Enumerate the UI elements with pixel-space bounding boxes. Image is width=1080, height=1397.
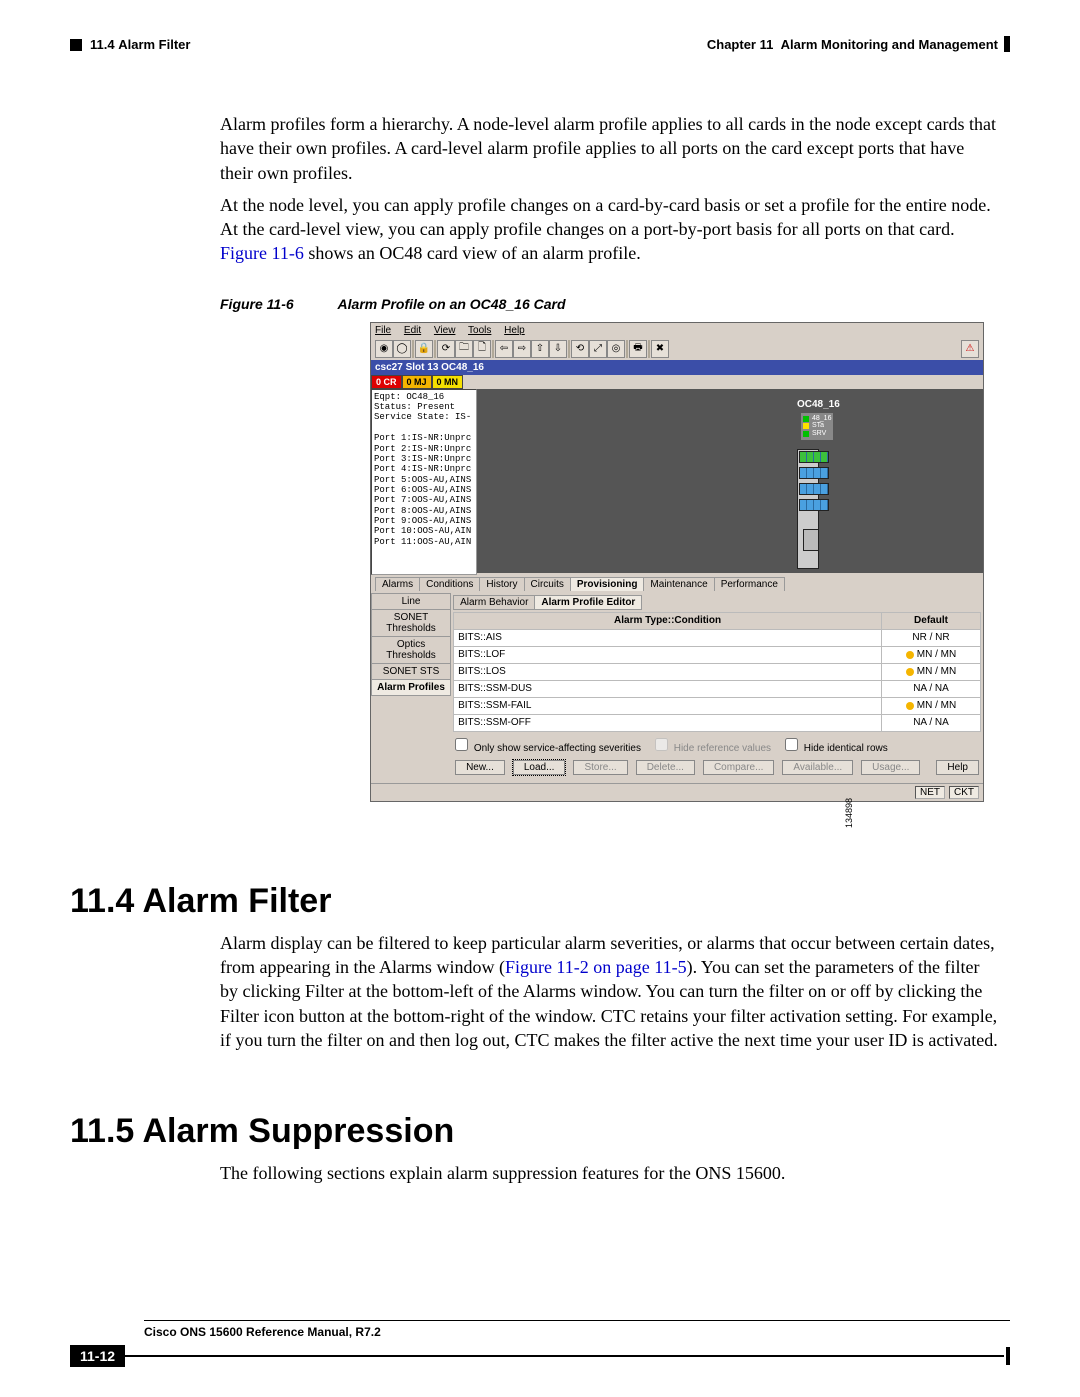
new-button[interactable]: New...	[455, 760, 505, 775]
toolbar: ◉ ◯ 🔒 ⟳ 🗀 🗋 ⇦ ⇨ ⇧ ⇩ ⟲ ⤢ ◎ 🖶 ✖ ⚠	[371, 338, 983, 360]
tb-btn-6[interactable]: 🗋	[473, 340, 491, 358]
checkbox-row: Only show service-affecting severities H…	[453, 732, 981, 756]
statusbar: NET CKT	[371, 783, 983, 801]
table-row[interactable]: BITS::SSM-FAILMN / MN	[454, 697, 981, 714]
tb-btn-14[interactable]: 🖶	[629, 340, 647, 358]
footer-rule	[125, 1355, 1004, 1357]
side-tabs: LineSONET ThresholdsOptics ThresholdsSON…	[371, 593, 451, 783]
status-pane: Eqpt: OC48_16 Status: Present Service St…	[371, 389, 477, 575]
menu-help[interactable]: Help	[504, 325, 525, 336]
tb-btn-2[interactable]: ◯	[393, 340, 411, 358]
tab-circuits[interactable]: Circuits	[524, 577, 571, 591]
side-tab-alarm-profiles[interactable]: Alarm Profiles	[371, 679, 451, 696]
count-mj: 0 MJ	[402, 375, 432, 389]
figure-label: Figure 11-6	[220, 296, 294, 312]
tab-provisioning[interactable]: Provisioning	[570, 577, 645, 591]
chk-only-sa[interactable]: Only show service-affecting severities	[455, 738, 641, 754]
menu-view[interactable]: View	[434, 325, 456, 336]
header-square	[70, 39, 82, 51]
arrow-left-icon[interactable]: ⇦	[495, 340, 513, 358]
side-tab-sonet-sts[interactable]: SONET STS	[371, 663, 451, 680]
section-11-4-body: Alarm display can be filtered to keep pa…	[220, 931, 1000, 1052]
tb-btn-5[interactable]: 🗀	[455, 340, 473, 358]
tb-btn-1[interactable]: ◉	[375, 340, 393, 358]
section-11-5-body: The following sections explain alarm sup…	[220, 1161, 1000, 1185]
menu-edit[interactable]: Edit	[404, 325, 421, 336]
alarm-counts: 0 CR 0 MJ 0 MN	[371, 375, 983, 389]
port-grey-icon[interactable]	[803, 529, 819, 551]
side-tab-line[interactable]: Line	[371, 593, 451, 610]
table-row[interactable]: BITS::LOSMN / MN	[454, 663, 981, 680]
tb-btn-13[interactable]: ◎	[607, 340, 625, 358]
heading-11-4: 11.4 Alarm Filter	[70, 882, 1010, 921]
table-row[interactable]: BITS::LOFMN / MN	[454, 646, 981, 663]
side-tab-sonet-thresholds[interactable]: SONET Thresholds	[371, 609, 451, 637]
main-tabs: AlarmsConditionsHistoryCircuitsProvision…	[371, 575, 983, 593]
paragraph-1: Alarm profiles form a hierarchy. A node-…	[220, 112, 1000, 185]
side-tab-optics-thresholds[interactable]: Optics Thresholds	[371, 636, 451, 664]
table-row[interactable]: BITS::SSM-DUSNA / NA	[454, 680, 981, 697]
window-title: csc27 Slot 13 OC48_16	[371, 360, 983, 375]
status-net: NET	[915, 786, 945, 799]
alert-icon[interactable]: ⚠	[961, 340, 979, 358]
sub-tab-alarm-profile-editor[interactable]: Alarm Profile Editor	[534, 595, 642, 610]
alarm-grid: Alarm Type::Condition Default BITS::AISN…	[453, 612, 981, 732]
port-3-icon[interactable]	[799, 483, 829, 495]
port-4-icon[interactable]	[799, 499, 829, 511]
card-graphic-pane: OC48_16 48_16STaSRV	[477, 389, 983, 573]
footer-page-number: 11-12	[70, 1345, 125, 1367]
card-label: OC48_16	[797, 399, 840, 410]
table-row[interactable]: BITS::AISNR / NR	[454, 629, 981, 646]
port-1-icon[interactable]	[799, 451, 829, 463]
header-bar-icon	[1004, 36, 1010, 52]
menubar[interactable]: File Edit View Tools Help	[371, 323, 983, 338]
table-row[interactable]: BITS::SSM-OFFNA / NA	[454, 714, 981, 731]
count-cr: 0 CR	[371, 375, 402, 389]
tab-history[interactable]: History	[479, 577, 524, 591]
arrow-up-icon[interactable]: ⇧	[531, 340, 549, 358]
header-chapter: Chapter 11 Alarm Monitoring and Manageme…	[707, 37, 998, 52]
lock-icon[interactable]: 🔒	[415, 340, 433, 358]
tab-conditions[interactable]: Conditions	[419, 577, 480, 591]
status-ckt: CKT	[949, 786, 979, 799]
header-section-ref: 11.4 Alarm Filter	[90, 37, 190, 52]
menu-tools[interactable]: Tools	[468, 325, 491, 336]
compare-button[interactable]: Compare...	[703, 760, 774, 775]
link-figure-11-6[interactable]: Figure 11-6	[220, 243, 304, 263]
tb-btn-12[interactable]: ⤢	[589, 340, 607, 358]
sub-tab-alarm-behavior[interactable]: Alarm Behavior	[453, 595, 535, 610]
heading-11-5: 11.5 Alarm Suppression	[70, 1112, 1010, 1151]
arrow-right-icon[interactable]: ⇨	[513, 340, 531, 358]
sub-tabs: Alarm BehaviorAlarm Profile Editor	[453, 595, 981, 610]
count-mn: 0 MN	[432, 375, 464, 389]
load-button[interactable]: Load...	[513, 760, 566, 775]
available-button[interactable]: Available...	[782, 760, 853, 775]
chk-hide-ref[interactable]: Hide reference values	[655, 738, 771, 754]
tb-btn-4[interactable]: ⟳	[437, 340, 455, 358]
tab-alarms[interactable]: Alarms	[375, 577, 420, 591]
card-legend: 48_16STaSRV	[801, 413, 833, 440]
usage-button[interactable]: Usage...	[861, 760, 920, 775]
tb-btn-11[interactable]: ⟲	[571, 340, 589, 358]
tab-maintenance[interactable]: Maintenance	[643, 577, 714, 591]
arrow-down-icon[interactable]: ⇩	[549, 340, 567, 358]
help-button[interactable]: Help	[936, 760, 979, 775]
port-2-icon[interactable]	[799, 467, 829, 479]
figure-title: Alarm Profile on an OC48_16 Card	[338, 296, 566, 312]
grid-header-condition[interactable]: Alarm Type::Condition	[454, 612, 882, 629]
footer-tick-icon	[1006, 1347, 1010, 1365]
delete-button[interactable]: Delete...	[636, 760, 695, 775]
paragraph-2: At the node level, you can apply profile…	[220, 193, 1000, 266]
store-button[interactable]: Store...	[573, 760, 627, 775]
grid-header-default[interactable]: Default	[882, 612, 981, 629]
tb-btn-15[interactable]: ✖	[651, 340, 669, 358]
chk-hide-ident[interactable]: Hide identical rows	[785, 738, 888, 754]
footer-book-title: Cisco ONS 15600 Reference Manual, R7.2	[144, 1325, 381, 1339]
screenshot-window: File Edit View Tools Help ◉ ◯ 🔒 ⟳ 🗀 🗋 ⇦ …	[370, 322, 984, 802]
link-figure-11-2[interactable]: Figure 11-2 on page 11-5	[505, 957, 687, 977]
screenshot-id: 134898	[844, 798, 854, 828]
button-row: New... Load... Store... Delete... Compar…	[453, 756, 981, 781]
menu-file[interactable]: File	[375, 325, 391, 336]
tab-performance[interactable]: Performance	[714, 577, 785, 591]
